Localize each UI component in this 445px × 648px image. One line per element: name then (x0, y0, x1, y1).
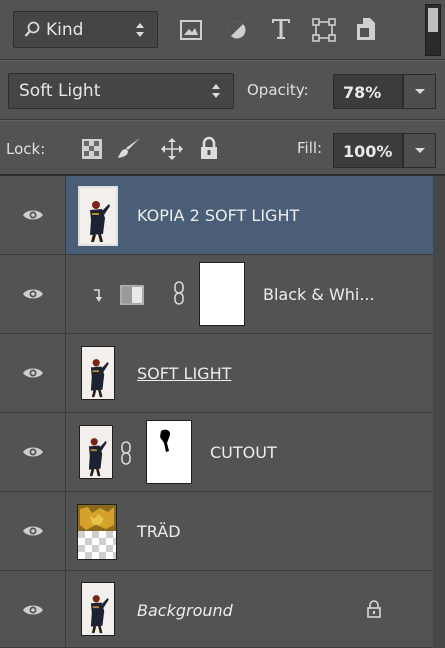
opacity-value: 78% (343, 83, 382, 102)
layer-name: Black & Whi... (263, 285, 375, 304)
layer-thumbnail[interactable] (81, 582, 115, 636)
search-icon (24, 21, 40, 43)
lock-transparent-pixels-icon[interactable] (82, 139, 102, 163)
layer-row[interactable]: CUTOUT (0, 413, 433, 492)
fill-input[interactable]: 100% (333, 133, 403, 168)
layer-row[interactable]: TRÄD (0, 492, 433, 571)
eye-icon (23, 210, 43, 220)
type-filter-icon[interactable] (271, 17, 291, 45)
visibility-toggle[interactable] (0, 413, 66, 491)
lock-options-bar: Lock: Fill: 100% (0, 120, 445, 176)
layer-thumbnail[interactable] (77, 504, 117, 560)
opacity-label: Opacity: (247, 81, 309, 99)
chain-link-icon[interactable] (120, 441, 132, 469)
opacity-input[interactable]: 78% (333, 74, 403, 109)
mask-shape (160, 429, 171, 452)
chevron-down-icon (415, 89, 425, 94)
layer-thumbnail[interactable] (81, 346, 115, 400)
layer-filter-bar: Kind (0, 0, 445, 60)
eye-icon (23, 605, 43, 615)
up-down-arrows-icon (211, 83, 221, 99)
lock-label: Lock: (6, 140, 46, 158)
chain-link-icon[interactable] (173, 281, 185, 309)
layer-thumbnail[interactable] (79, 425, 113, 479)
eye-icon (23, 289, 43, 299)
layer-mask-thumbnail[interactable] (199, 262, 245, 326)
smart-object-filter-icon[interactable] (356, 17, 376, 45)
lock-icon[interactable] (367, 600, 381, 622)
lock-image-pixels-icon[interactable] (116, 136, 142, 166)
eye-icon (23, 368, 43, 378)
chevron-down-icon (415, 148, 425, 153)
blend-mode-value: Soft Light (19, 81, 101, 101)
layer-name: CUTOUT (210, 443, 277, 462)
eye-icon (23, 526, 43, 536)
visibility-toggle[interactable] (0, 492, 66, 570)
blend-mode-select[interactable]: Soft Light (8, 73, 234, 109)
layer-name: SOFT LIGHT (137, 364, 232, 383)
layer-thumbnail-image (78, 505, 116, 559)
clipping-mask-arrow-icon (92, 288, 102, 307)
fill-dropdown-button[interactable] (403, 133, 436, 168)
layers-list: KOPIA 2 SOFT LIGHT Black & Whi... SOFT L… (0, 176, 445, 648)
lock-all-icon[interactable] (200, 136, 218, 164)
visibility-toggle[interactable] (0, 176, 66, 254)
layer-thumbnail[interactable] (78, 186, 118, 246)
adjustment-filter-icon[interactable] (227, 20, 247, 44)
visibility-toggle[interactable] (0, 255, 66, 333)
layer-mask-thumbnail[interactable] (146, 420, 192, 484)
layers-scrollbar[interactable] (433, 176, 445, 648)
layer-name: Background (137, 601, 233, 620)
layer-thumbnail-image (82, 583, 114, 635)
up-down-arrows-icon (135, 22, 145, 38)
shape-filter-icon[interactable] (312, 18, 336, 46)
layer-thumbnail-image (80, 426, 112, 478)
visibility-toggle[interactable] (0, 334, 66, 412)
filter-kind-label: Kind (46, 19, 84, 40)
visibility-toggle[interactable] (0, 571, 66, 647)
layer-thumbnail-image (80, 188, 116, 244)
eye-icon (23, 447, 43, 457)
layer-name: KOPIA 2 SOFT LIGHT (137, 206, 300, 225)
layer-row[interactable]: Black & Whi... (0, 255, 433, 334)
filter-kind-select[interactable]: Kind (13, 11, 158, 48)
layer-row[interactable]: SOFT LIGHT (0, 334, 433, 413)
filter-toggle-switch[interactable] (425, 4, 441, 56)
layer-thumbnail-image (82, 347, 114, 399)
image-filter-icon[interactable] (180, 20, 202, 44)
blend-options-bar: Soft Light Opacity: 78% (0, 60, 445, 120)
black-white-adjustment-icon[interactable] (120, 285, 144, 309)
opacity-dropdown-button[interactable] (403, 74, 436, 109)
fill-value: 100% (343, 142, 393, 161)
layer-row[interactable]: KOPIA 2 SOFT LIGHT (0, 176, 433, 255)
lock-position-icon[interactable] (160, 137, 184, 165)
fill-label: Fill: (297, 139, 323, 157)
layer-row[interactable]: Background (0, 571, 433, 648)
layer-name: TRÄD (137, 522, 181, 541)
